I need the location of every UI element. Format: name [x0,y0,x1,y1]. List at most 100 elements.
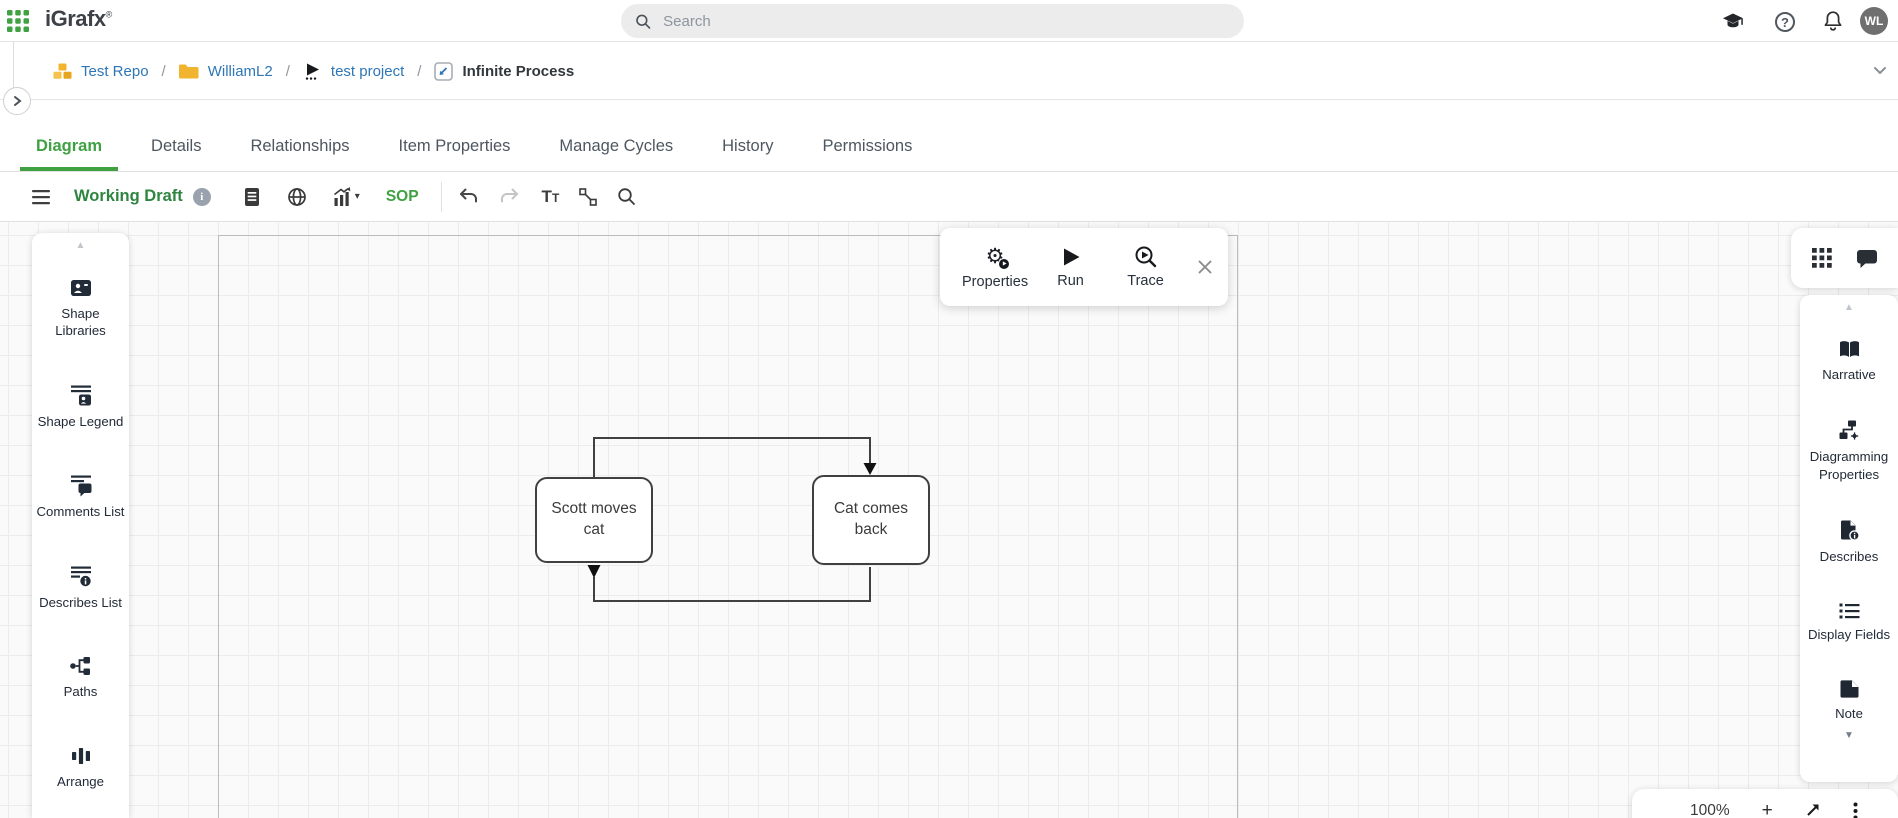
text-tool-icon[interactable]: TT [542,187,560,207]
comment-bubble-icon[interactable] [1856,248,1878,269]
tab-details[interactable]: Details [135,100,217,171]
comments-list-icon [69,474,93,497]
note-button[interactable]: Note [1803,679,1895,722]
version-info-icon[interactable]: i [193,188,211,206]
undo-icon[interactable] [458,188,478,205]
learning-cap-icon[interactable] [1720,9,1746,35]
diagram-toolbar: Working Draft i ▾ SOP [0,172,1898,222]
app-window: iGrafx® ? WL [0,0,1898,818]
menu-hamburger-icon[interactable] [32,189,50,205]
arrange-button[interactable]: Arrange [35,745,127,790]
expand-sidebar-button[interactable] [3,87,31,115]
breadcrumb-current-item: Infinite Process [434,62,574,81]
tab-item-properties[interactable]: Item Properties [383,100,527,171]
collapse-chevron-down-icon[interactable] [1872,62,1888,78]
app-launcher-grid-icon[interactable] [7,10,29,32]
redo-icon[interactable] [500,188,520,205]
user-avatar[interactable]: WL [1860,7,1888,35]
breadcrumb-folder[interactable]: WilliamL2 [179,63,273,80]
shape-legend-icon [69,384,93,407]
properties-gear-icon: ⚙ [983,245,1007,269]
tab-permissions[interactable]: Permissions [806,100,928,171]
breadcrumb-project[interactable]: test project [303,62,404,81]
diagramming-properties-icon [1838,419,1861,442]
display-fields-button[interactable]: Display Fields [1803,602,1895,643]
caret-down-icon: ▾ [355,191,360,202]
diagram-canvas[interactable]: Scott moves cat Cat comes back [0,222,1898,818]
zoom-level[interactable]: 100% [1690,802,1730,818]
tab-manage-cycles[interactable]: Manage Cycles [543,100,689,171]
display-fields-icon [1838,602,1861,620]
tab-history[interactable]: History [706,100,789,171]
trace-button[interactable]: Trace [1113,245,1178,289]
zoom-controls: 100% + [1632,789,1898,818]
notifications-bell-icon[interactable] [1820,8,1846,34]
toolbar-divider [441,182,442,212]
run-button[interactable]: Run [1038,246,1103,289]
shape-node-cat-comes-back[interactable]: Cat comes back [812,475,930,565]
breadcrumb-link[interactable]: WilliamL2 [208,63,273,80]
chart-icon [333,187,351,206]
help-icon[interactable]: ? [1772,9,1798,35]
breadcrumb-separator: / [286,63,290,80]
right-view-switcher [1791,228,1898,288]
right-tool-panel: ▲ Narrative Diagramming Properties [1800,295,1898,782]
grid-view-icon[interactable] [1812,248,1832,268]
chart-tools-dropdown[interactable]: ▾ [333,187,360,206]
folder-icon [179,63,199,80]
describes-button[interactable]: Describes [1803,519,1895,565]
comments-list-button[interactable]: Comments List [35,474,127,520]
globe-icon[interactable] [287,187,307,207]
igrafx-logo: iGrafx® [45,6,112,32]
version-selector[interactable]: Working Draft [74,187,183,206]
breadcrumb-link[interactable]: Test Repo [81,63,149,80]
describes-list-icon [69,565,93,588]
selection-toolbar: ⚙ Properties Run Trace [940,228,1228,306]
diagramming-properties-button[interactable]: Diagramming Properties [1803,419,1895,483]
panel-scroll-down-icon[interactable]: ▼ [1844,731,1854,741]
tab-diagram[interactable]: Diagram [20,100,118,171]
describes-icon [1838,519,1861,542]
breadcrumb-repo[interactable]: Test Repo [53,63,149,80]
close-icon[interactable] [1196,258,1214,276]
breadcrumb-bar: Test Repo / WilliamL2 / test project / [0,42,1898,100]
breadcrumb: Test Repo / WilliamL2 / test project / [53,42,574,100]
page-boundary [218,235,1238,818]
sop-button[interactable]: SOP [386,188,419,206]
arrange-icon [70,745,92,767]
shape-libraries-icon [69,277,93,299]
search-icon [635,13,651,30]
logo-registered-mark: ® [106,10,112,20]
narrative-book-icon [1837,339,1862,360]
note-icon [1838,679,1861,699]
narrative-button[interactable]: Narrative [1803,339,1895,383]
shape-legend-button[interactable]: Shape Legend [35,384,127,430]
process-play-icon [303,62,322,81]
breadcrumb-separator: / [162,63,166,80]
trace-icon [1134,245,1157,268]
tab-relationships[interactable]: Relationships [234,100,365,171]
panel-scroll-up-icon[interactable]: ▲ [76,241,86,251]
document-view-icon[interactable] [243,187,261,207]
zoom-search-icon[interactable] [617,187,636,206]
tab-bar: Diagram Details Relationships Item Prope… [0,100,1898,172]
chevron-right-icon [11,95,23,107]
properties-button[interactable]: ⚙ Properties [962,245,1028,290]
fit-to-screen-icon[interactable] [1805,802,1821,818]
shape-node-scott-moves-cat[interactable]: Scott moves cat [535,477,653,563]
zoom-in-button[interactable]: + [1762,802,1773,818]
more-options-kebab-icon[interactable] [1853,802,1858,818]
describes-list-button[interactable]: Describes List [35,565,127,611]
global-search[interactable] [621,4,1244,38]
breadcrumb-link[interactable]: test project [331,63,404,80]
top-bar: iGrafx® ? WL [0,0,1898,42]
left-tool-panel: ▲ Shape Libraries Shape Legend [32,233,129,818]
panel-scroll-up-icon[interactable]: ▲ [1844,303,1854,313]
diagram-file-icon [434,62,453,81]
shape-libraries-button[interactable]: Shape Libraries [35,277,127,340]
connector-tool-icon[interactable] [579,188,597,206]
paths-button[interactable]: Paths [35,655,127,700]
breadcrumb-separator: / [417,63,421,80]
search-input[interactable] [661,12,1230,31]
repository-cubes-icon [53,63,72,80]
